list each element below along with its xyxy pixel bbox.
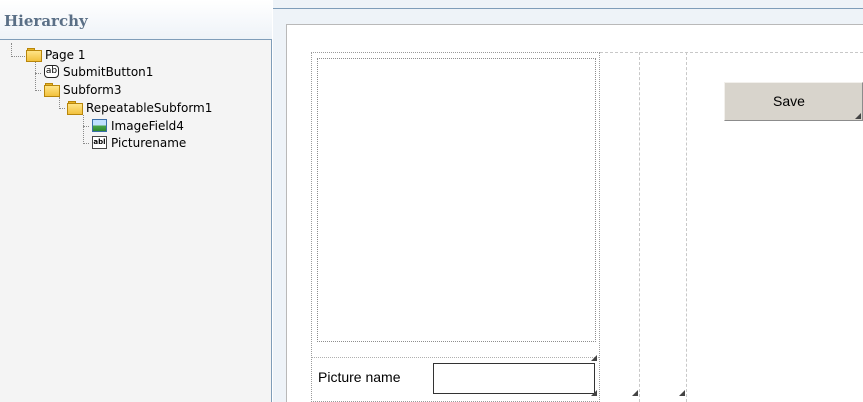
text-field-icon: abl (92, 136, 107, 149)
hierarchy-tree: Page 1 ab SubmitButton1 Subform3 Repeata… (0, 0, 272, 402)
tree-connector (59, 108, 65, 109)
tree-connector (35, 90, 41, 91)
button-icon: ab (44, 65, 59, 78)
picture-name-label: Picture name (318, 369, 401, 385)
tree-connector (11, 56, 25, 57)
resize-handle[interactable] (679, 390, 685, 396)
image-field[interactable] (317, 58, 596, 342)
tree-item-label: Page 1 (45, 48, 86, 62)
layout-guide (686, 52, 687, 402)
tree-item-label: Picturename (111, 136, 187, 150)
layout-guide (600, 52, 863, 53)
folder-icon (44, 83, 60, 97)
folder-open-icon (67, 101, 83, 115)
tree-item-label: SubmitButton1 (63, 65, 154, 79)
image-field-icon (92, 119, 107, 132)
tree-connector (35, 73, 41, 74)
picture-name-input[interactable] (433, 363, 595, 394)
resize-handle[interactable] (632, 390, 638, 396)
tree-connector (83, 115, 84, 144)
resize-handle[interactable] (591, 390, 597, 396)
tree-connector (35, 62, 36, 91)
tree-item-label: ImageField4 (111, 119, 184, 133)
tree-connector (83, 143, 89, 144)
resize-handle[interactable] (591, 355, 597, 361)
resize-handle[interactable] (855, 113, 861, 119)
layout-guide (639, 52, 640, 402)
folder-icon (26, 48, 42, 62)
save-button[interactable]: Save (724, 82, 863, 121)
tree-connector (83, 126, 89, 127)
canvas-divider (273, 8, 863, 9)
tree-item-label: Subform3 (63, 83, 122, 97)
tree-connector (11, 43, 12, 57)
tree-item-label: RepeatableSubform1 (86, 101, 213, 115)
